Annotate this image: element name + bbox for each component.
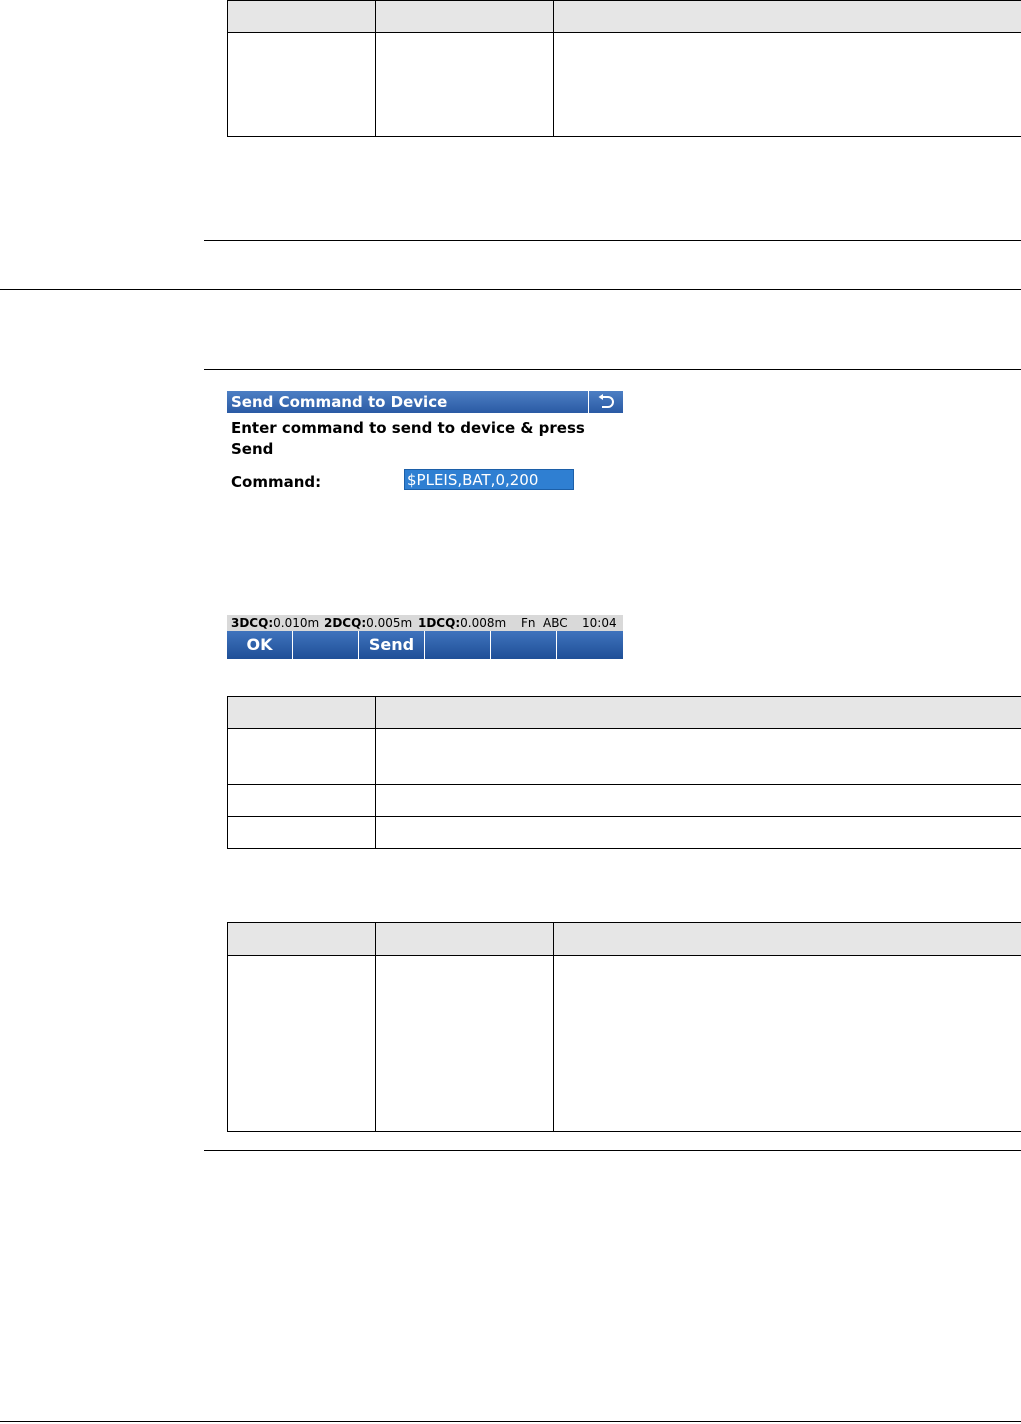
status-2dcq-label: 2DCQ: xyxy=(324,616,367,630)
status-fn: Fn xyxy=(521,616,536,630)
field-description-table xyxy=(227,922,1021,1132)
softkey-f5[interactable] xyxy=(491,631,557,659)
softkey-f2[interactable] xyxy=(293,631,359,659)
undo-arrow-icon[interactable] xyxy=(588,391,623,413)
screen-title: Send Command to Device xyxy=(231,393,448,411)
section-divider xyxy=(0,289,1021,290)
table-row xyxy=(227,32,1021,137)
command-label: Command: xyxy=(231,473,322,491)
key-description-table xyxy=(227,696,1021,849)
table-row xyxy=(227,955,1021,1132)
page-footer-rule xyxy=(0,1421,1021,1422)
screen-title-bar: Send Command to Device xyxy=(227,391,623,413)
table-row xyxy=(227,728,1021,785)
command-input[interactable]: $PLEIS,BAT,0,200 xyxy=(404,469,574,490)
device-screen: Send Command to Device Enter command to … xyxy=(227,391,623,491)
softkey-bar: OK Send xyxy=(227,631,623,659)
status-input-mode: ABC xyxy=(543,616,568,630)
table-header-row xyxy=(227,0,1021,33)
section-divider xyxy=(204,369,1021,370)
softkey-send[interactable]: Send xyxy=(359,631,425,659)
status-3dcq-label: 3DCQ: xyxy=(231,616,274,630)
top-table xyxy=(227,0,1021,137)
status-bar: 3DCQ:0.010m 2DCQ:0.005m 1DCQ:0.008m Fn A… xyxy=(227,615,623,631)
table-header-row xyxy=(227,696,1021,729)
table-header-row xyxy=(227,922,1021,956)
softkey-ok[interactable]: OK xyxy=(227,631,293,659)
table-row xyxy=(227,816,1021,849)
status-2dcq-value: 0.005m xyxy=(366,616,413,630)
status-3dcq-value: 0.010m xyxy=(273,616,320,630)
instruction-text: Enter command to send to device & press … xyxy=(231,419,585,458)
softkey-f4[interactable] xyxy=(425,631,491,659)
status-1dcq-label: 1DCQ: xyxy=(418,616,461,630)
section-divider xyxy=(204,1150,1021,1151)
status-time: 10:04 xyxy=(582,616,617,630)
section-divider xyxy=(204,240,1021,241)
table-row xyxy=(227,784,1021,817)
status-1dcq-value: 0.008m xyxy=(460,616,507,630)
softkey-f6[interactable] xyxy=(557,631,623,659)
